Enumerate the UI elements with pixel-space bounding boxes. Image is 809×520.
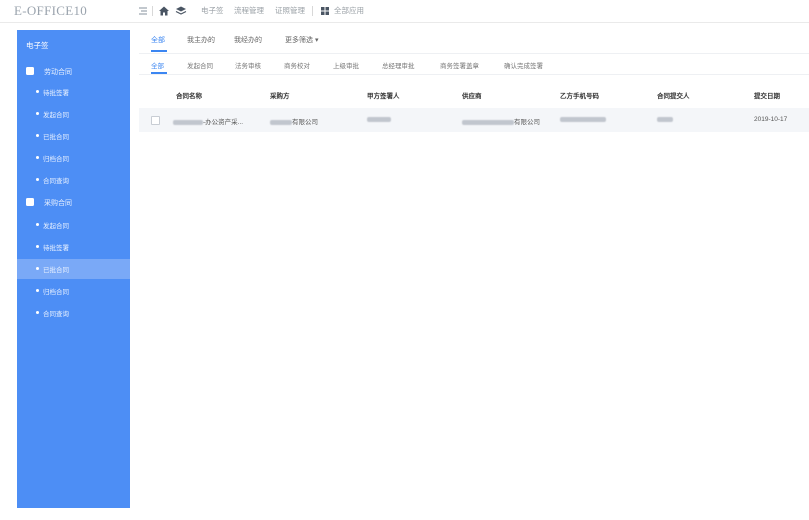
sidebar-title: 电子签 (26, 41, 49, 50)
sidebar-item-query[interactable]: 合同查询 (17, 170, 130, 190)
home-icon[interactable] (158, 4, 170, 16)
more-filters-dropdown[interactable]: 更多筛选 ▾ (285, 35, 318, 45)
cell-submit-date: 2019-10-17 (754, 116, 788, 123)
briefcase-icon (26, 198, 34, 206)
sidebar-item-archived[interactable]: 归档合同 (17, 148, 130, 168)
topnav-item-esign[interactable]: 电子签 (201, 5, 224, 16)
sidebar: 电子签 劳动合同 待批签署 发起合同 已批合同 归档合同 合同查询 采购合同 发… (17, 30, 130, 508)
tab-my-handled[interactable]: 我经办的 (234, 35, 262, 45)
top-bar: E-OFFICE10 电子签 流程管理 证照管理 全部应用 (0, 0, 809, 23)
all-apps-link[interactable]: 全部应用 (334, 5, 364, 16)
cell-contract-name-text: -办公资产采... (203, 119, 244, 126)
cell-party-b-phone (560, 116, 606, 123)
sidebar-item-label: 已批合同 (43, 134, 69, 141)
sidebar-group-labor-contract[interactable]: 劳动合同 (17, 62, 130, 82)
sidebar-item-approved[interactable]: 已批合同 (17, 259, 130, 279)
cell-supplier: 有限公司 (462, 116, 540, 126)
bullet-icon (36, 134, 39, 137)
sidebar-item-query[interactable]: 合同查询 (17, 303, 130, 323)
bullet-icon (36, 178, 39, 181)
sidebar-item-label: 合同查询 (43, 311, 69, 318)
column-header-contract-name[interactable]: 合同名称 (176, 90, 202, 100)
main-panel: 全部 我主办的 我经办的 更多筛选 ▾ 全部 发起合同 法务审核 商务校对 上级… (139, 30, 809, 508)
bullet-icon (36, 90, 39, 93)
redacted-text (270, 119, 292, 125)
sidebar-item-label: 归档合同 (43, 156, 69, 163)
active-tab-indicator (151, 50, 167, 52)
topnav-item-workflow[interactable]: 流程管理 (234, 5, 264, 16)
redacted-text (462, 119, 514, 125)
briefcase-icon (26, 67, 34, 75)
sidebar-item-archived[interactable]: 归档合同 (17, 281, 130, 301)
table-header: 合同名称 采购方 甲方签署人 供应商 乙方手机号码 合同提交人 提交日期 (139, 84, 809, 106)
sidebar-item-label: 发起合同 (43, 112, 69, 119)
cell-contract-name[interactable]: -办公资产采... (173, 116, 243, 126)
divider (312, 6, 313, 16)
sidebar-item-pending-sign[interactable]: 待批签署 (17, 82, 130, 102)
menu-toggle-icon[interactable] (137, 4, 149, 16)
sidebar-group-label: 劳动合同 (44, 69, 72, 76)
divider (152, 6, 153, 16)
bullet-icon (36, 267, 39, 270)
redacted-text (657, 116, 673, 122)
cell-buyer-text: 有限公司 (292, 119, 318, 126)
sidebar-item-label: 待批签署 (43, 245, 69, 252)
column-header-submitter[interactable]: 合同提交人 (657, 90, 690, 100)
sidebar-item-label: 归档合同 (43, 289, 69, 296)
column-header-supplier[interactable]: 供应商 (462, 90, 482, 100)
redacted-text (560, 116, 606, 122)
cell-party-a-signer (367, 116, 391, 123)
row-checkbox[interactable] (151, 116, 160, 125)
status-tab-legal-review[interactable]: 法务审核 (235, 60, 261, 70)
redacted-text (173, 119, 203, 125)
status-tabs: 全部 发起合同 法务审核 商务校对 上级审批 总经理审批 商务签署盖章 确认完成… (139, 53, 809, 75)
status-tab-confirm-complete[interactable]: 确认完成签署 (504, 60, 543, 70)
app-logo: E-OFFICE10 (14, 3, 88, 18)
sidebar-item-label: 合同查询 (43, 178, 69, 185)
sidebar-item-label: 已批合同 (43, 267, 69, 274)
tab-my-hosted[interactable]: 我主办的 (187, 35, 215, 45)
bullet-icon (36, 112, 39, 115)
bullet-icon (36, 289, 39, 292)
sidebar-item-label: 待批签署 (43, 90, 69, 97)
active-tab-indicator (151, 72, 167, 74)
bullet-icon (36, 156, 39, 159)
grid-apps-icon[interactable] (319, 4, 331, 16)
status-tab-gm-approval[interactable]: 总经理审批 (382, 60, 415, 70)
sidebar-item-initiate[interactable]: 发起合同 (17, 215, 130, 235)
cell-supplier-text: 有限公司 (514, 119, 540, 126)
column-header-party-a-signer[interactable]: 甲方签署人 (367, 90, 400, 100)
sidebar-group-label: 采购合同 (44, 200, 72, 207)
status-tab-superior-approval[interactable]: 上级审批 (333, 60, 359, 70)
sidebar-group-purchase-contract[interactable]: 采购合同 (17, 193, 130, 213)
bullet-icon (36, 223, 39, 226)
status-tab-initiate[interactable]: 发起合同 (187, 60, 213, 70)
sidebar-item-label: 发起合同 (43, 223, 69, 230)
cell-buyer: 有限公司 (270, 116, 318, 126)
cell-submitter (657, 116, 673, 123)
column-header-party-b-phone[interactable]: 乙方手机号码 (560, 90, 599, 100)
table-row[interactable]: -办公资产采... 有限公司 有限公司 2019-10-17 (139, 108, 809, 132)
sidebar-item-pending-sign[interactable]: 待批签署 (17, 237, 130, 257)
sidebar-item-approved[interactable]: 已批合同 (17, 126, 130, 146)
status-tab-business-check[interactable]: 商务校对 (284, 60, 310, 70)
status-tab-business-seal[interactable]: 商务签署盖章 (440, 60, 479, 70)
topnav-item-licenses[interactable]: 证照管理 (275, 5, 305, 16)
redacted-text (367, 116, 391, 122)
status-tab-all[interactable]: 全部 (151, 60, 164, 70)
layers-icon[interactable] (175, 4, 187, 16)
primary-tabs: 全部 我主办的 我经办的 更多筛选 ▾ (139, 30, 809, 52)
tab-all[interactable]: 全部 (151, 35, 165, 45)
column-header-submit-date[interactable]: 提交日期 (754, 90, 780, 100)
bullet-icon (36, 311, 39, 314)
column-header-buyer[interactable]: 采购方 (270, 90, 290, 100)
sidebar-item-initiate[interactable]: 发起合同 (17, 104, 130, 124)
bullet-icon (36, 245, 39, 248)
